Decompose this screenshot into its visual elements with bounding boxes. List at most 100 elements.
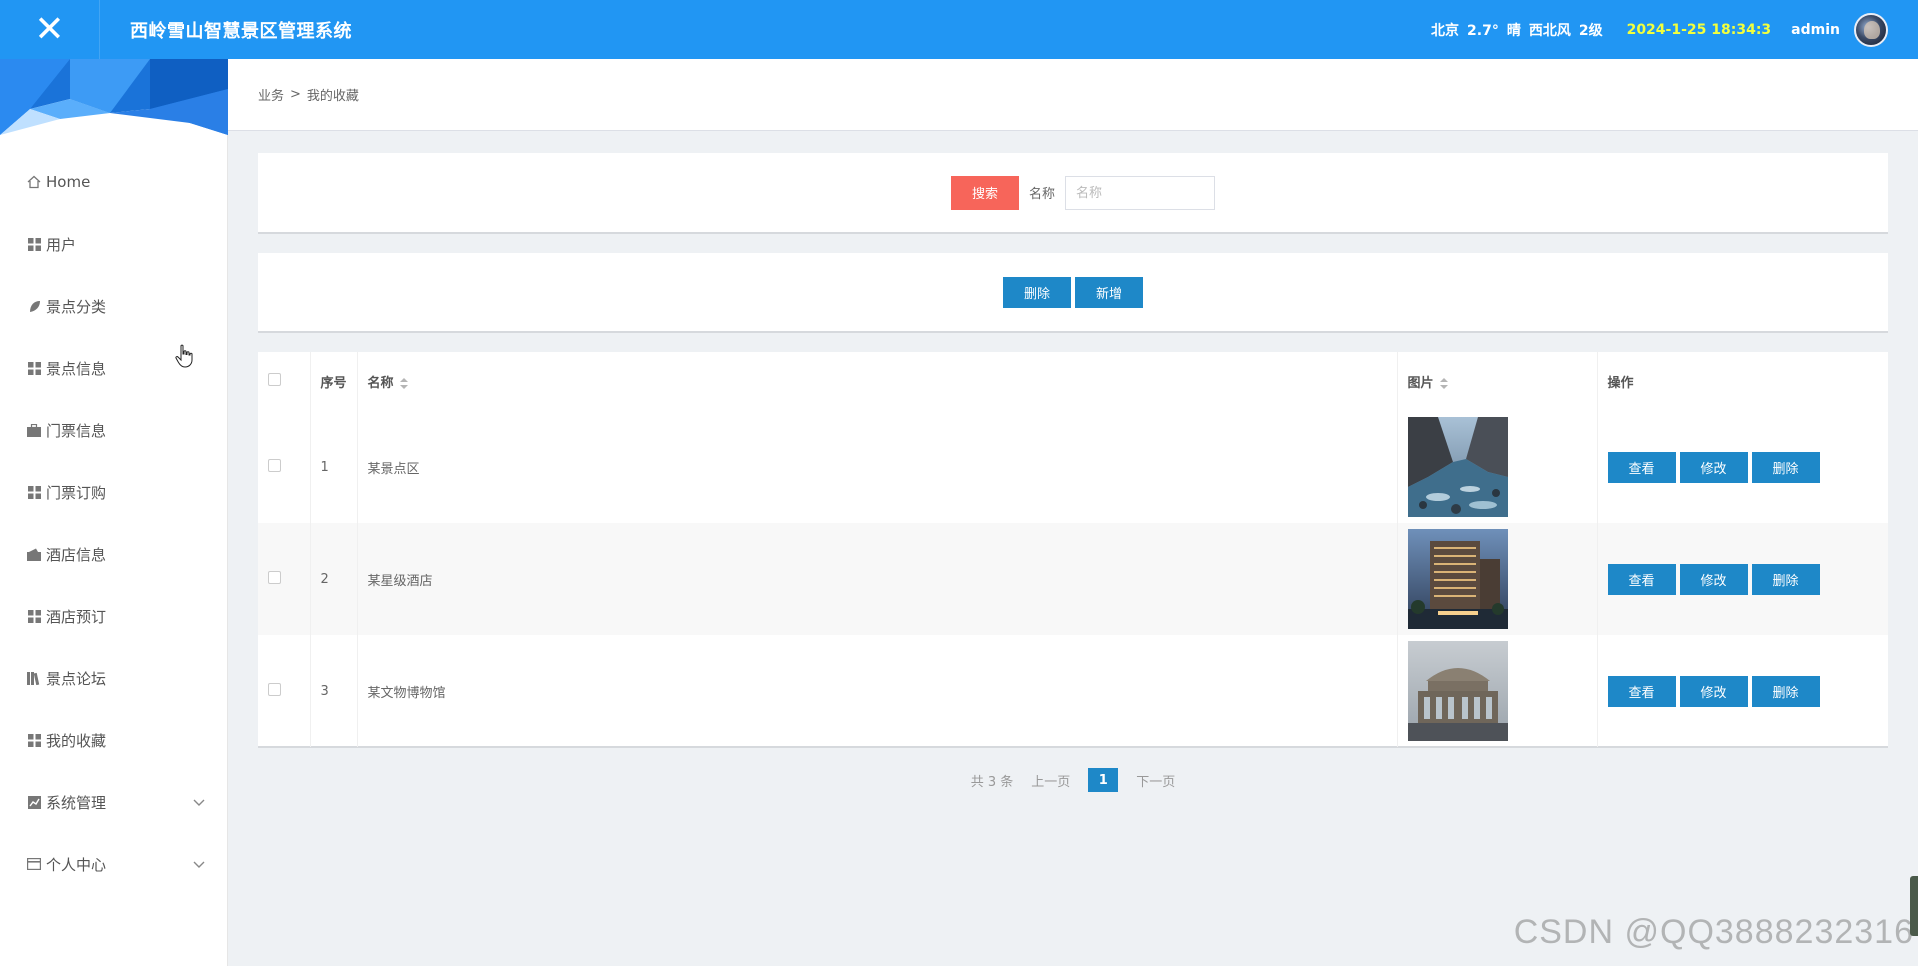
sidebar-item-hotel-booking[interactable]: 酒店预订 [0,585,227,647]
row-index: 1 [310,411,358,523]
pager-next[interactable]: 下一页 [1136,771,1175,790]
chevron-down-icon[interactable] [193,793,205,811]
view-button[interactable]: 查看 [1607,563,1676,595]
sidebar-item-label: 用户 [46,235,77,254]
sidebar-banner [0,59,228,135]
weather-level: 2级 [1578,22,1603,39]
breadcrumb-parent[interactable]: 业务 [258,85,284,104]
row-checkbox-cell [258,523,311,635]
view-button[interactable]: 查看 [1607,675,1676,707]
sidebar-item-forum[interactable]: 景点论坛 [0,647,227,709]
close-sidebar-button[interactable]: ✕ [0,0,100,59]
add-button[interactable]: 新增 [1075,276,1143,308]
wallet-icon [26,546,42,562]
weather-info: 北京 2.7° 晴西北风 2级 [1431,20,1611,40]
sidebar-item-system-management[interactable]: 系统管理 [0,771,227,833]
close-icon: ✕ [34,9,65,50]
row-name: 某景点区 [357,411,1398,523]
sidebar-item-label: 系统管理 [46,793,107,812]
grid-icon [26,608,42,624]
search-label: 名称 [1028,187,1055,202]
delete-button[interactable]: 删除 [1751,451,1820,483]
row-ops-cell: 查看 修改 删除 [1597,635,1888,747]
sidebar-item-ticket-info[interactable]: 门票信息 [0,399,227,461]
row-ops-cell: 查看 修改 删除 [1597,523,1888,635]
breadcrumb-separator: > [290,87,301,102]
breadcrumb: 业务 > 我的收藏 [228,59,1918,131]
sidebar-item-my-favorites[interactable]: 我的收藏 [0,709,227,771]
favorites-table: 序号 名称 图片 操作 1 某景点区 查看 修改 删除 2 某星级酒店 查看 修… [258,352,1888,747]
select-all-checkbox[interactable] [268,373,281,386]
current-user[interactable]: admin [1791,22,1840,38]
grid-icon [26,236,42,252]
weather-city: 北京 [1431,22,1460,39]
header-name[interactable]: 名称 [357,352,1398,411]
row-checkbox[interactable] [268,570,281,584]
edit-button[interactable]: 修改 [1679,451,1748,483]
table-row: 1 某景点区 查看 修改 删除 [258,411,1888,523]
home-icon [26,174,42,190]
book-icon [26,670,42,686]
delete-button[interactable]: 删除 [1751,675,1820,707]
chevron-down-icon[interactable] [193,855,205,873]
row-checkbox[interactable] [268,682,281,696]
sidebar: Home 用户 景点分类 景点信息 门票信息 门票订购 酒店信息 酒店预订 景点… [0,59,228,966]
header-checkbox-cell [258,352,311,411]
breadcrumb-current: 我的收藏 [306,89,359,104]
view-button[interactable]: 查看 [1607,451,1676,483]
weather-condition: 晴 [1506,22,1521,39]
header-ops: 操作 [1597,352,1888,411]
header-right: 北京 2.7° 晴西北风 2级 2024-1-25 18:34:3 admin [1431,12,1918,47]
sidebar-item-label: Home [46,173,91,191]
weather-temp: 2.7° [1467,22,1499,39]
sort-icon[interactable] [1439,378,1448,389]
sidebar-item-personal-center[interactable]: 个人中心 [0,833,227,895]
museum-building-photo[interactable] [1407,641,1508,741]
grid-icon [26,732,42,748]
sidebar-item-label: 门票信息 [46,421,107,440]
edit-button[interactable]: 修改 [1679,563,1748,595]
delete-button[interactable]: 删除 [1751,563,1820,595]
polygon-banner-graphic [0,59,228,135]
row-checkbox-cell [258,635,311,747]
row-ops-cell: 查看 修改 删除 [1597,411,1888,523]
chart-icon [26,794,42,810]
row-checkbox[interactable] [268,458,281,472]
table-header-row: 序号 名称 图片 操作 [258,352,1888,411]
edge-widget-tab[interactable] [1910,876,1918,936]
pager-prev[interactable]: 上一页 [1031,771,1070,790]
header-index-label: 序号 [320,376,347,391]
hand-cursor-icon [175,344,193,368]
sidebar-item-label: 景点分类 [46,297,107,316]
search-button[interactable]: 搜索 [950,175,1019,210]
avatar[interactable] [1854,12,1888,47]
row-index: 3 [310,635,358,747]
row-name: 某星级酒店 [357,523,1398,635]
top-header: ✕ 西岭雪山智慧景区管理系统 北京 2.7° 晴西北风 2级 2024-1-25 18… [0,0,1918,59]
row-image-cell [1397,523,1598,635]
watermark: CSDN @QQ3888232316 [1513,913,1914,951]
sidebar-item-users[interactable]: 用户 [0,213,227,275]
sidebar-item-scenic-category[interactable]: 景点分类 [0,275,227,337]
pagination: 共 3 条 上一页 1 下一页 [258,766,1888,794]
search-input[interactable] [1065,175,1215,210]
river-valley-photo[interactable] [1407,417,1508,517]
sort-icon[interactable] [399,378,408,389]
sidebar-item-label: 门票订购 [46,483,107,502]
sidebar-item-label: 景点论坛 [46,669,107,688]
sidebar-item-ticket-order[interactable]: 门票订购 [0,461,227,523]
row-index: 2 [310,523,358,635]
sidebar-item-hotel-info[interactable]: 酒店信息 [0,523,227,585]
pager-current-page[interactable]: 1 [1088,768,1119,792]
row-image-cell [1397,411,1598,523]
current-datetime: 2024-1-25 18:34:3 [1626,21,1772,38]
row-image-cell [1397,635,1598,747]
grid-icon [26,360,42,376]
sidebar-item-label: 我的收藏 [46,731,107,750]
header-image[interactable]: 图片 [1397,352,1598,411]
edit-button[interactable]: 修改 [1679,675,1748,707]
hotel-building-photo[interactable] [1407,529,1508,629]
batch-delete-button[interactable]: 删除 [1003,276,1071,308]
sidebar-item-home[interactable]: Home [0,151,227,213]
row-name: 某文物博物馆 [357,635,1398,747]
